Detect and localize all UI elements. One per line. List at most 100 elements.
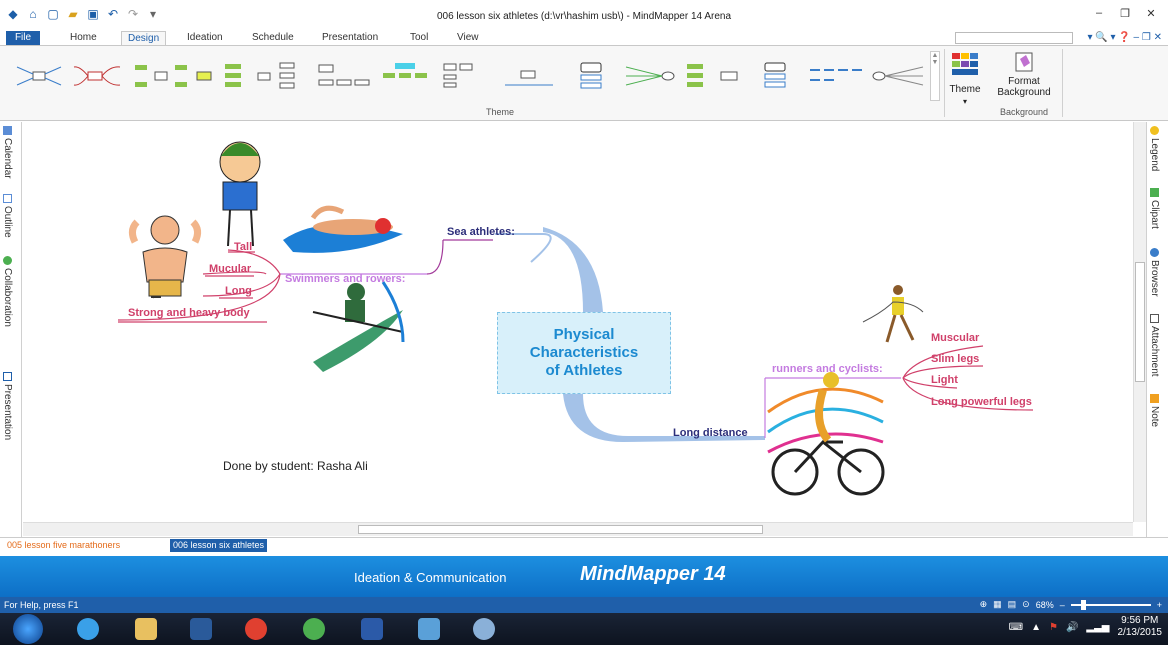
- theme-thumb[interactable]: [744, 51, 805, 101]
- sidebar-tab-note[interactable]: Note: [1149, 394, 1160, 427]
- branch-sea-athletes[interactable]: Sea athletes:: [447, 226, 515, 238]
- theme-thumb[interactable]: [192, 51, 253, 101]
- theme-thumb[interactable]: [560, 51, 621, 101]
- theme-thumb[interactable]: [867, 51, 928, 101]
- sidebar-tab-legend[interactable]: Legend: [1149, 126, 1160, 171]
- theme-thumb[interactable]: [69, 51, 130, 101]
- doc-tab-lesson-six[interactable]: 006 lesson six athletes: [170, 539, 268, 552]
- taskbar-chrome[interactable]: [232, 616, 280, 642]
- theme-thumb[interactable]: [499, 51, 560, 101]
- tab-schedule[interactable]: Schedule: [252, 31, 294, 45]
- topic-long[interactable]: Long: [225, 285, 252, 297]
- theme-thumb[interactable]: [805, 51, 866, 101]
- format-background-label-2: Background: [997, 87, 1051, 98]
- theme-thumb[interactable]: [253, 51, 314, 101]
- taskbar-word[interactable]: [348, 616, 396, 642]
- tab-design[interactable]: Design: [121, 31, 167, 45]
- theme-thumb[interactable]: [8, 51, 69, 101]
- tray-expand-icon[interactable]: ▲: [1031, 622, 1041, 633]
- sidebar-tab-collaboration[interactable]: Collaboration: [2, 256, 13, 327]
- horizontal-scroll-thumb[interactable]: [358, 525, 763, 534]
- system-clock[interactable]: 9:56 PM 2/13/2015: [1118, 615, 1163, 639]
- restore-button[interactable]: ❐: [1114, 4, 1136, 22]
- theme-thumb[interactable]: [131, 51, 192, 101]
- quick-search-box[interactable]: [955, 32, 1073, 44]
- volume-icon[interactable]: 🔊: [1066, 622, 1078, 633]
- internet-explorer-icon: [77, 618, 99, 640]
- signal-icon[interactable]: ▂▃▅: [1086, 622, 1109, 633]
- theme-button-label: Theme: [949, 84, 981, 95]
- keyboard-icon[interactable]: ⌨: [1009, 622, 1023, 633]
- tab-ideation[interactable]: Ideation: [187, 31, 223, 45]
- theme-thumb[interactable]: [683, 51, 744, 101]
- zoom-slider[interactable]: [1070, 599, 1151, 610]
- chrome-icon: [245, 618, 267, 640]
- tab-home[interactable]: Home: [70, 31, 97, 45]
- product-banner: Ideation & Communication MindMapper 14: [0, 556, 1168, 597]
- view-icon[interactable]: ▦: [993, 599, 1002, 610]
- start-button[interactable]: [4, 614, 52, 644]
- zoom-out-icon[interactable]: –: [1060, 600, 1065, 610]
- topic-light[interactable]: Light: [931, 374, 958, 386]
- zoom-reset-icon[interactable]: ⊙: [1022, 599, 1030, 610]
- zoom-level: 68%: [1035, 599, 1054, 610]
- swimmer-clipart-icon: [283, 205, 403, 253]
- status-right-controls: ⊕ ▦ ▤ ⊙ 68% – +: [980, 599, 1162, 610]
- presentation-icon: [3, 372, 12, 381]
- sidebar-tab-browser[interactable]: Browser: [1149, 248, 1160, 297]
- left-side-panel: Calendar Outline Collaboration Presentat…: [0, 122, 22, 540]
- taskbar-utorrent[interactable]: [290, 616, 338, 642]
- sidebar-tab-label: Note: [1149, 406, 1160, 428]
- close-button[interactable]: ✕: [1140, 4, 1162, 22]
- format-background-button[interactable]: Format Background: [992, 51, 1056, 107]
- tab-presentation[interactable]: Presentation: [322, 31, 378, 45]
- topic-tall[interactable]: Tall: [234, 241, 252, 253]
- topic-long-powerful-legs[interactable]: Long powerful legs: [931, 396, 1032, 408]
- sidebar-tab-outline[interactable]: Outline: [2, 194, 13, 238]
- taskbar-paint[interactable]: [460, 616, 508, 642]
- sidebar-tab-presentation[interactable]: Presentation: [2, 372, 13, 440]
- ribbon-right-controls[interactable]: ▾ 🔍 ▾ ❓ – ❐ ✕: [1087, 31, 1162, 45]
- topic-slim-legs[interactable]: Slim legs: [931, 353, 979, 365]
- sidebar-tab-clipart[interactable]: Clipart: [1149, 188, 1160, 229]
- topic-strong-heavy-body[interactable]: Strong and heavy body: [128, 307, 250, 319]
- theme-thumb[interactable]: [621, 51, 682, 101]
- minimize-button[interactable]: –: [1088, 4, 1110, 22]
- theme-thumb[interactable]: [315, 51, 376, 101]
- mindmap-canvas[interactable]: Sea athletes: Swimmers and rowers: Tall …: [23, 122, 1133, 522]
- central-topic[interactable]: Physical Characteristics of Athletes: [497, 312, 671, 394]
- topic-mucular[interactable]: Mucular: [209, 263, 251, 275]
- clock-time: 9:56 PM: [1121, 615, 1159, 626]
- window-title: 006 lesson six athletes (d:\vr\hashim us…: [436, 11, 732, 22]
- theme-thumb[interactable]: [437, 51, 498, 101]
- theme-button[interactable]: Theme ▾: [947, 51, 983, 111]
- zoom-slider-knob[interactable]: [1080, 599, 1086, 610]
- topic-muscular[interactable]: Muscular: [931, 332, 979, 344]
- gallery-scroll[interactable]: ▲ ▼: [930, 51, 940, 101]
- tab-tool[interactable]: Tool: [410, 31, 428, 45]
- tab-view[interactable]: View: [457, 31, 479, 45]
- taskbar-ie[interactable]: [64, 616, 112, 642]
- taskbar-media-player[interactable]: [177, 616, 225, 642]
- doc-tab-lesson-five[interactable]: 005 lesson five marathoners: [4, 539, 123, 552]
- taskbar-mindmapper[interactable]: [405, 616, 453, 642]
- branch-long-distance[interactable]: Long distance: [673, 427, 748, 439]
- subtopic-swimmers-rowers[interactable]: Swimmers and rowers:: [285, 273, 405, 285]
- zoom-in-icon[interactable]: +: [1157, 600, 1162, 610]
- flag-icon[interactable]: ⚑: [1049, 622, 1058, 633]
- horizontal-scrollbar[interactable]: [23, 522, 1133, 536]
- tab-file[interactable]: File: [6, 31, 40, 45]
- sidebar-tab-label: Legend: [1149, 138, 1160, 172]
- sidebar-tab-label: Collaboration: [2, 268, 13, 327]
- taskbar-explorer[interactable]: [122, 616, 170, 642]
- sidebar-tab-attachment[interactable]: Attachment: [1149, 314, 1160, 377]
- subtopic-runners-cyclists[interactable]: runners and cyclists:: [772, 363, 883, 375]
- layout-icon[interactable]: ▤: [1008, 599, 1017, 610]
- zoom-fit-icon[interactable]: ⊕: [980, 599, 988, 610]
- vertical-scroll-thumb[interactable]: [1135, 262, 1145, 382]
- vertical-scrollbar[interactable]: [1133, 122, 1146, 522]
- windows-taskbar: ⌨ ▲ ⚑ 🔊 ▂▃▅ 9:56 PM 2/13/2015: [0, 613, 1168, 645]
- outline-icon: [3, 194, 12, 203]
- sidebar-tab-calendar[interactable]: Calendar: [2, 126, 13, 179]
- theme-thumb[interactable]: [376, 51, 437, 101]
